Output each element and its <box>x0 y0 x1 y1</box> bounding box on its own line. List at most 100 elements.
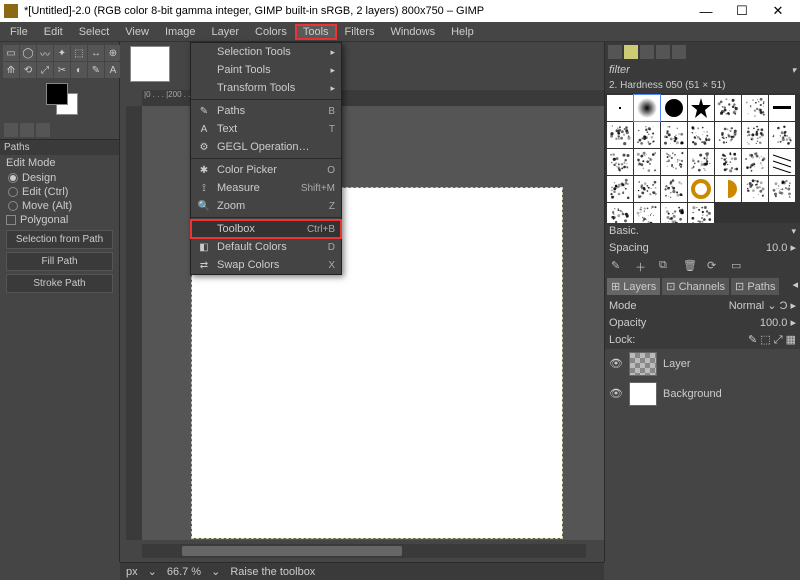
tool-button[interactable]: ⟲ <box>20 62 36 78</box>
brush-category[interactable]: Basic. <box>609 225 639 237</box>
edit-mode-option[interactable]: Move (Alt) <box>0 199 119 213</box>
dock-tab[interactable] <box>672 45 686 59</box>
tool-button[interactable]: ✂ <box>54 62 70 78</box>
menu-item-zoom[interactable]: 🔍ZoomZ <box>191 197 341 215</box>
menu-item-text[interactable]: ATextT <box>191 120 341 138</box>
menu-edit[interactable]: Edit <box>36 24 71 40</box>
menu-select[interactable]: Select <box>71 24 118 40</box>
open-icon[interactable]: ▭ <box>731 259 745 273</box>
edit-mode-option[interactable]: Design <box>0 171 119 185</box>
brush-filter[interactable]: filter ▾ <box>605 62 800 78</box>
menu-item-paint-tools[interactable]: Paint Tools▸ <box>191 61 341 79</box>
opacity-value[interactable]: 100.0 <box>760 317 788 329</box>
tool-button[interactable]: ⟰ <box>3 62 19 78</box>
tab-paths[interactable]: ⊡ Paths <box>731 278 779 295</box>
fg-color-swatch[interactable] <box>46 83 68 105</box>
brush-preset[interactable] <box>661 203 687 223</box>
tool-button[interactable]: ⊕ <box>105 45 121 61</box>
menu-colors[interactable]: Colors <box>247 24 295 40</box>
path-action-button[interactable]: Selection from Path <box>6 230 113 249</box>
menu-item-color-picker[interactable]: ✱Color PickerO <box>191 161 341 179</box>
image-thumbnail[interactable] <box>130 46 170 82</box>
brush-preset[interactable] <box>607 122 633 148</box>
layer-row[interactable]: 👁Background <box>605 379 800 409</box>
brush-preset[interactable] <box>769 149 795 175</box>
tab-layers[interactable]: ⊞ Layers <box>607 278 660 295</box>
dock-tab[interactable] <box>36 123 50 137</box>
tab-menu-icon[interactable]: ◂ <box>792 278 798 295</box>
path-action-button[interactable]: Fill Path <box>6 252 113 271</box>
edit-mode-option[interactable]: Edit (Ctrl) <box>0 185 119 199</box>
minimize-button[interactable]: — <box>688 0 724 22</box>
brush-preset[interactable] <box>715 95 741 121</box>
dock-tab[interactable] <box>608 45 622 59</box>
brush-preset[interactable] <box>688 149 714 175</box>
new-icon[interactable]: ＋ <box>635 259 649 273</box>
color-swatches[interactable] <box>0 81 119 121</box>
menu-file[interactable]: File <box>2 24 36 40</box>
menu-item-selection-tools[interactable]: Selection Tools▸ <box>191 43 341 61</box>
brush-preset[interactable] <box>742 95 768 121</box>
menu-item-gegl-operation-[interactable]: ⚙GEGL Operation… <box>191 138 341 156</box>
menu-item-measure[interactable]: ⟟MeasureShift+M <box>191 179 341 197</box>
tool-button[interactable]: 〰 <box>37 45 53 61</box>
layer-row[interactable]: 👁Layer <box>605 349 800 379</box>
visibility-icon[interactable]: 👁 <box>609 387 623 401</box>
edit-icon[interactable]: ✎ <box>611 259 625 273</box>
brush-preset[interactable] <box>742 122 768 148</box>
brush-preset[interactable] <box>607 176 633 202</box>
delete-icon[interactable]: 🗑 <box>683 259 697 273</box>
tool-button[interactable]: ✦ <box>54 45 70 61</box>
refresh-icon[interactable]: ⟳ <box>707 259 721 273</box>
tool-button[interactable]: ⬚ <box>71 45 87 61</box>
brush-preset[interactable] <box>607 203 633 223</box>
menu-filters[interactable]: Filters <box>337 24 383 40</box>
tool-button[interactable]: ▭ <box>3 45 19 61</box>
brush-preset[interactable] <box>688 122 714 148</box>
tool-button[interactable]: ◐ <box>71 62 87 78</box>
brush-preset[interactable] <box>688 95 714 121</box>
dock-tab[interactable] <box>4 123 18 137</box>
tool-button[interactable]: ⤢ <box>37 62 53 78</box>
brush-preset[interactable] <box>769 95 795 121</box>
status-zoom[interactable]: 66.7 % <box>167 566 201 578</box>
menu-tools[interactable]: Tools <box>295 24 337 40</box>
brush-preset[interactable] <box>715 149 741 175</box>
brush-preset[interactable] <box>607 95 633 121</box>
spacing-value[interactable]: 10.0 <box>766 242 787 254</box>
maximize-button[interactable]: ☐ <box>724 0 760 22</box>
tool-button[interactable]: ↔ <box>88 45 104 61</box>
dock-tab[interactable] <box>624 45 638 59</box>
brush-preset[interactable] <box>715 176 741 202</box>
brush-preset[interactable] <box>688 203 714 223</box>
brush-preset[interactable] <box>607 149 633 175</box>
menu-view[interactable]: View <box>117 24 157 40</box>
brush-preset[interactable] <box>661 176 687 202</box>
path-action-button[interactable]: Stroke Path <box>6 274 113 293</box>
tool-button[interactable]: ◯ <box>20 45 36 61</box>
brush-preset[interactable] <box>688 176 714 202</box>
dock-tab[interactable] <box>640 45 654 59</box>
brush-preset[interactable] <box>634 176 660 202</box>
horizontal-scrollbar[interactable] <box>142 544 586 558</box>
menu-help[interactable]: Help <box>443 24 482 40</box>
menu-image[interactable]: Image <box>157 24 204 40</box>
brush-preset[interactable] <box>742 149 768 175</box>
brush-preset[interactable] <box>742 176 768 202</box>
visibility-icon[interactable]: 👁 <box>609 357 623 371</box>
dock-tab[interactable] <box>20 123 34 137</box>
status-unit[interactable]: px <box>126 566 138 578</box>
menu-windows[interactable]: Windows <box>382 24 443 40</box>
menu-item-transform-tools[interactable]: Transform Tools▸ <box>191 79 341 97</box>
brush-preset[interactable] <box>769 122 795 148</box>
menu-item-default-colors[interactable]: ◧Default ColorsD <box>191 238 341 256</box>
tool-button[interactable]: A <box>105 62 121 78</box>
duplicate-icon[interactable]: ⧉ <box>659 259 673 273</box>
dock-tab[interactable] <box>656 45 670 59</box>
brush-preset[interactable] <box>634 149 660 175</box>
menu-item-swap-colors[interactable]: ⇄Swap ColorsX <box>191 256 341 274</box>
menu-layer[interactable]: Layer <box>204 24 248 40</box>
brush-preset[interactable] <box>634 203 660 223</box>
brush-preset[interactable] <box>661 95 687 121</box>
brush-preset[interactable] <box>661 149 687 175</box>
